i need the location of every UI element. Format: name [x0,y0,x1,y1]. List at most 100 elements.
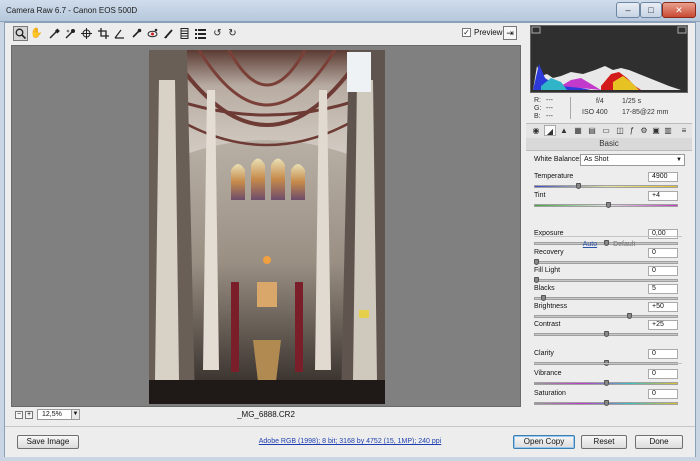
color-sampler-icon[interactable] [63,26,78,41]
file-name: _MG_6888.CR2 [237,410,295,419]
preview-toggle[interactable]: ✓ Preview [462,28,502,37]
shutter-value: 1/25 s [622,98,642,105]
brightness-label: Brightness [534,303,568,310]
saturation-thumb[interactable] [603,400,609,406]
temperature-value-field[interactable]: 4900 [648,172,678,182]
panel-menu-icon[interactable]: ≡ [678,125,690,136]
fill-light-label: Fill Light [534,267,561,274]
crop-icon[interactable] [96,26,111,41]
clarity-slider[interactable]: Clarity 0 [534,349,684,368]
white-balance-select[interactable]: As Shot ▼ [580,154,685,166]
tint-label: Tint [534,192,546,199]
divider [534,236,682,237]
rotate-ccw-icon[interactable]: ↺ [210,26,225,41]
tab-tone-curve-icon[interactable]: ◢ [544,125,556,136]
temperature-slider[interactable]: Temperature 4900 [534,172,684,191]
tab-effects-icon[interactable]: ◫ [614,125,626,136]
info-separator [570,97,571,119]
blacks-slider[interactable]: Blacks 5 [534,284,684,303]
fullscreen-icon[interactable]: ⇥ [503,26,517,40]
contrast-slider[interactable]: Contrast +25 [534,320,684,339]
white-balance-value: As Shot [584,156,609,163]
adjustment-brush-icon[interactable] [161,26,176,41]
lens-value: 17-85@22 mm [622,109,669,116]
temperature-track[interactable] [534,185,678,188]
contrast-thumb[interactable] [603,331,609,337]
white-balance-row: White Balance: As Shot ▼ [534,154,689,168]
image-preview-pane[interactable] [11,45,521,407]
recovery-thumb[interactable] [534,259,539,265]
minimize-button[interactable]: – [616,2,640,18]
tab-snapshots-icon[interactable]: ▣ [650,125,662,136]
auto-link[interactable]: Auto [583,241,597,248]
g-value: --- [546,105,553,112]
auto-default-links: Auto Default [526,241,692,248]
aperture-value: f/4 [596,98,604,105]
r-label: R: [534,97,541,104]
saturation-value-field[interactable]: 0 [648,389,678,399]
default-link[interactable]: Default [613,241,635,248]
maximize-button[interactable]: □ [640,2,662,18]
straighten-icon[interactable] [112,26,127,41]
temperature-label: Temperature [534,173,574,180]
white-balance-label: White Balance: [534,156,582,163]
recovery-track[interactable] [534,261,678,264]
b-value: --- [546,113,553,120]
spot-removal-icon[interactable] [129,26,144,41]
preferences-icon[interactable] [193,26,208,41]
vibrance-slider[interactable]: Vibrance 0 [534,369,684,388]
brightness-track[interactable] [534,315,678,318]
open-copy-button[interactable]: Open Copy [513,435,575,449]
blacks-track[interactable] [534,297,678,300]
vibrance-thumb[interactable] [603,380,609,386]
temperature-thumb[interactable] [575,183,581,189]
white-balance-eyedropper-icon[interactable] [47,26,62,41]
blacks-label: Blacks [534,285,555,292]
saturation-slider[interactable]: Saturation 0 [534,389,684,408]
done-button[interactable]: Done [635,435,683,449]
preview-status-bar: − + 12,5% ▼ _MG_6888.CR2 [11,408,521,422]
tab-presets-icon[interactable]: ⚙ [638,125,650,136]
graduated-filter-icon[interactable] [177,26,192,41]
tab-lens-icon[interactable]: ▭ [600,125,612,136]
tint-thumb[interactable] [606,202,612,208]
blacks-value-field[interactable]: 5 [648,284,678,294]
tab-detail-icon[interactable]: ▲ [558,125,570,136]
exposure-value-field[interactable]: 0,00 [648,229,678,239]
recovery-value-field[interactable]: 0 [648,248,678,258]
fill-light-track[interactable] [534,279,678,282]
brightness-thumb[interactable] [627,313,633,319]
vibrance-value-field[interactable]: 0 [648,369,678,379]
red-eye-icon[interactable] [145,26,160,41]
camera-raw-dialog: ✋ ↺ ↻ ✓ Preview ⇥ − + 12,5% ▼ _MG_6888.C… [4,22,696,457]
contrast-label: Contrast [534,321,561,328]
preview-checkbox[interactable]: ✓ [462,28,471,37]
rotate-cw-icon[interactable]: ↻ [225,26,240,41]
tint-value-field[interactable]: +4 [648,191,678,201]
hand-icon[interactable]: ✋ [29,26,44,41]
brightness-slider[interactable]: Brightness +50 [534,302,684,321]
close-button[interactable]: ✕ [662,2,696,18]
info-readout: R: --- G: --- B: --- f/4 1/25 s ISO 400 … [530,95,688,121]
fill-light-value-field[interactable]: 0 [648,266,678,276]
contrast-value-field[interactable]: +25 [648,320,678,330]
brightness-value-field[interactable]: +50 [648,302,678,312]
tint-slider[interactable]: Tint +4 [534,191,684,210]
tab-camera-calibration-icon[interactable]: ƒ [626,125,638,136]
tab-split-toning-icon[interactable]: ▤ [586,125,598,136]
clarity-value-field[interactable]: 0 [648,349,678,359]
tab-hsl-icon[interactable]: ▦ [572,125,584,136]
fill-light-thumb[interactable] [534,277,539,283]
zoom-icon[interactable] [13,26,28,41]
tab-snapshot-list-icon[interactable]: ▥ [662,125,674,136]
fill-light-slider[interactable]: Fill Light 0 [534,266,684,285]
blacks-thumb[interactable] [540,295,546,301]
cathedral-photo [149,50,385,404]
bottom-bar: Save Image Adobe RGB (1998); 8 bit; 3168… [5,426,695,457]
panel-tabs: ◉ ◢ ▲ ▦ ▤ ▭ ◫ ƒ ⚙ ▣ ▥ ≡ [526,123,692,139]
reset-button[interactable]: Reset [581,435,627,449]
targeted-adjustment-icon[interactable] [79,26,94,41]
recovery-slider[interactable]: Recovery 0 [534,248,684,267]
tab-basic-icon[interactable]: ◉ [530,125,542,136]
histogram [530,25,688,93]
